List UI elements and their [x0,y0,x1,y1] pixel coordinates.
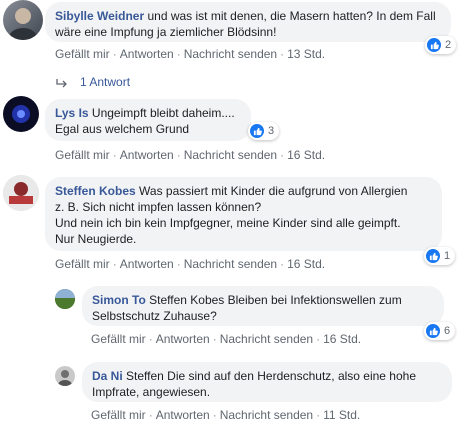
reply-bubble: Simon To Steffen Kobes Bleiben bei Infek… [82,286,444,326]
comment-text: Ungeimpft bleibt daheim.... [91,106,235,120]
comment-text: z. B. Sich nicht impfen lassen können? [55,200,262,214]
comment-actions: Gefällt mir · Antworten · Nachricht senden · 1… [55,148,326,162]
send-message-link[interactable]: Nachricht senden [184,148,277,162]
reply-link[interactable]: Antworten [156,332,210,346]
comment-actions: Gefällt mir · Antworten · Nachricht senden · 1… [55,257,326,271]
send-message-link[interactable]: Nachricht senden [220,408,313,422]
send-message-link[interactable]: Nachricht senden [220,332,313,346]
reply-link[interactable]: Antworten [156,408,210,422]
comment-time[interactable]: 16 Std. [287,148,325,162]
reply-link[interactable]: Antworten [120,148,174,162]
thumbs-up-icon [427,38,441,52]
like-link[interactable]: Gefällt mir [55,47,110,61]
comment-time[interactable]: 16 Std. [287,257,325,271]
comment-time[interactable]: 11 Std. [323,408,360,422]
comment-text: Egal aus welchem Grund [55,122,190,136]
comment-actions: Gefällt mir · Antworten · Nachricht senden · 1… [55,47,326,61]
comment-text: Und nein ich bin kein Impfgegner, meine … [55,216,401,230]
comment-text: Impfrate, angewiesen. [92,385,211,399]
comment-author[interactable]: Da Ni [92,369,123,383]
reply-bubble: Da Ni Steffen Die sind auf den Herdensch… [82,362,452,402]
like-link[interactable]: Gefällt mir [91,408,146,422]
comment-bubble: Sibylle Weidner und was ist mit denen, d… [45,2,451,42]
avatar[interactable] [55,366,75,386]
user-photo-icon [58,370,72,386]
user-photo-icon [12,105,30,123]
comment-author[interactable]: Sibylle Weidner [55,9,144,23]
reply-link[interactable]: Antworten [120,257,174,271]
like-link[interactable]: Gefällt mir [91,332,146,346]
user-photo-icon [55,289,75,309]
like-link[interactable]: Gefällt mir [55,148,110,162]
comment-bubble: Steffen Kobes Was passiert mit Kinder di… [45,177,442,251]
comment-time[interactable]: 16 Std. [323,332,361,346]
comment-actions: Gefällt mir · Antworten · Nachricht senden · 1… [91,332,362,346]
comment-time[interactable]: 13 Std. [287,47,325,61]
like-count: 2 [445,39,452,51]
user-photo-icon [9,8,37,40]
avatar[interactable] [3,175,39,211]
user-photo-icon [3,175,39,211]
send-message-link[interactable]: Nachricht senden [184,257,277,271]
comment-text: Was passiert mit Kinder die aufgrund von… [139,184,408,198]
reply-arrow-icon [56,79,67,88]
reaction-badge[interactable]: 6 [424,322,456,340]
comment-text: Steffen Die sind auf den Herdenschutz, a… [126,369,417,383]
comment-actions: Gefällt mir · Antworten · Nachricht senden · 1… [91,408,361,422]
avatar[interactable] [55,289,75,309]
send-message-link[interactable]: Nachricht senden [184,47,277,61]
like-count: 1 [444,250,451,262]
comment-text: Nur Neugierde. [55,232,137,246]
reaction-badge[interactable]: 3 [248,122,280,140]
comment-author[interactable]: Lys Is [55,106,89,120]
comment-text: Steffen Kobes Bleiben bei Infektionswell… [149,293,402,307]
thumbs-up-icon [250,124,264,138]
like-link[interactable]: Gefällt mir [55,257,110,271]
reaction-badge[interactable]: 2 [425,36,457,54]
comment-author[interactable]: Simon To [92,293,146,307]
like-count: 3 [268,125,275,137]
view-replies-link[interactable]: 1 Antwort [55,75,130,89]
comment-text: Selbstschutz Zuhause? [92,309,217,323]
like-count: 6 [444,325,451,337]
avatar[interactable] [3,0,43,40]
reply-link[interactable]: Antworten [120,47,174,61]
reaction-badge[interactable]: 1 [424,247,456,265]
comment-author[interactable]: Steffen Kobes [55,184,136,198]
avatar[interactable] [3,96,39,132]
thumbs-up-icon [426,324,440,338]
thumbs-up-icon [426,249,440,263]
comment-bubble: Lys Is Ungeimpft bleibt daheim.... Egal … [45,99,251,141]
